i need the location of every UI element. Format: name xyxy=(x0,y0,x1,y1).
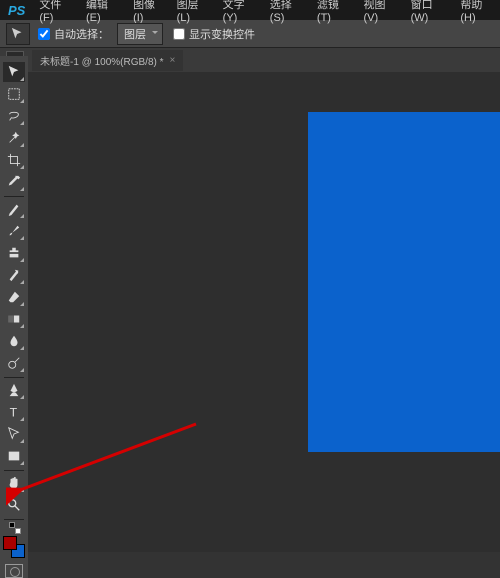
gradient-tool[interactable] xyxy=(3,309,25,329)
pen-tool[interactable] xyxy=(3,380,25,400)
menu-help[interactable]: 帮助(H) xyxy=(452,0,500,24)
auto-select-check[interactable] xyxy=(38,28,50,40)
hand-tool[interactable] xyxy=(3,473,25,493)
menu-bar: PS 文件(F) 编辑(E) 图像(I) 图层(L) 文字(Y) 选择(S) 滤… xyxy=(0,0,500,20)
separator xyxy=(4,470,24,471)
menu-select[interactable]: 选择(S) xyxy=(262,0,309,24)
foreground-color[interactable] xyxy=(3,536,17,550)
path-selection-tool[interactable] xyxy=(3,424,25,444)
auto-select-target[interactable]: 图层 xyxy=(117,23,163,45)
lasso-tool[interactable] xyxy=(3,106,25,126)
auto-select-label: 自动选择： xyxy=(54,26,109,42)
healing-brush-tool[interactable] xyxy=(3,199,25,219)
zoom-tool[interactable] xyxy=(3,495,25,515)
menu-view[interactable]: 视图(V) xyxy=(356,0,403,24)
magic-wand-tool[interactable] xyxy=(3,128,25,148)
auto-select-checkbox[interactable]: 自动选择： xyxy=(38,26,109,42)
brush-tool[interactable] xyxy=(3,221,25,241)
menu-layer[interactable]: 图层(L) xyxy=(169,0,215,24)
show-transform-checkbox[interactable]: 显示变换控件 xyxy=(173,26,255,42)
history-brush-tool[interactable] xyxy=(3,265,25,285)
menu-image[interactable]: 图像(I) xyxy=(125,0,169,24)
menu-file[interactable]: 文件(F) xyxy=(31,0,78,24)
separator xyxy=(4,519,24,520)
options-bar: 自动选择： 图层 显示变换控件 xyxy=(0,20,500,48)
canvas-area[interactable] xyxy=(28,72,500,552)
separator xyxy=(4,377,24,378)
document-tab-bar: 未标题-1 @ 100%(RGB/8) * × xyxy=(0,48,500,72)
eyedropper-tool[interactable] xyxy=(3,172,25,192)
document-canvas[interactable] xyxy=(308,112,500,452)
move-tool[interactable] xyxy=(3,62,25,82)
quick-mask-icon[interactable] xyxy=(5,564,23,578)
dodge-tool[interactable] xyxy=(3,353,25,373)
show-transform-check[interactable] xyxy=(173,28,185,40)
menu-window[interactable]: 窗口(W) xyxy=(403,0,453,24)
menu-edit[interactable]: 编辑(E) xyxy=(78,0,125,24)
show-transform-label: 显示变换控件 xyxy=(189,26,255,42)
document-title: 未标题-1 @ 100%(RGB/8) * xyxy=(40,53,164,68)
move-icon xyxy=(11,27,25,41)
document-tab[interactable]: 未标题-1 @ 100%(RGB/8) * × xyxy=(32,50,183,71)
tools-panel: T xyxy=(0,56,28,578)
app-logo: PS xyxy=(2,3,31,18)
current-tool-preset[interactable] xyxy=(6,23,30,45)
marquee-tool[interactable] xyxy=(3,84,25,104)
default-colors-icon[interactable] xyxy=(9,522,19,532)
menu-filter[interactable]: 滤镜(T) xyxy=(309,0,356,24)
crop-tool[interactable] xyxy=(3,150,25,170)
separator xyxy=(4,196,24,197)
blur-tool[interactable] xyxy=(3,331,25,351)
shape-tool[interactable] xyxy=(3,446,25,466)
clone-stamp-tool[interactable] xyxy=(3,243,25,263)
color-swatch[interactable] xyxy=(3,536,25,558)
close-icon[interactable]: × xyxy=(170,55,176,66)
eraser-tool[interactable] xyxy=(3,287,25,307)
menu-type[interactable]: 文字(Y) xyxy=(215,0,262,24)
svg-text:T: T xyxy=(10,405,18,419)
type-tool[interactable]: T xyxy=(3,402,25,422)
